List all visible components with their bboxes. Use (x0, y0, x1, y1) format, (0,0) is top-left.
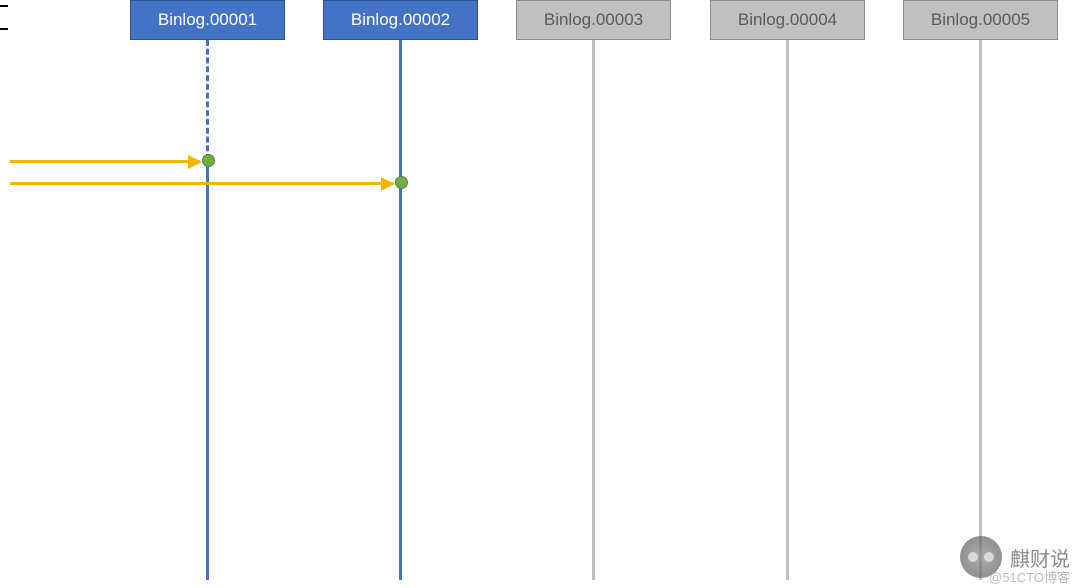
event-dot (202, 154, 215, 167)
axis-tick (0, 5, 8, 7)
timeline-line (592, 40, 595, 580)
timeline-line (979, 40, 982, 580)
watermark-subtext: @51CTO博客 (989, 567, 1070, 586)
binlog-header-inactive: Binlog.00004 (710, 0, 865, 40)
binlog-header-inactive: Binlog.00005 (903, 0, 1058, 40)
binlog-header-active: Binlog.00002 (323, 0, 478, 40)
event-dot (395, 176, 408, 189)
binlog-header-active: Binlog.00001 (130, 0, 285, 40)
binlog-timeline-diagram: Binlog.00001 Binlog.00002 Binlog.00003 Binl… (0, 0, 1080, 588)
axis-tick (0, 28, 8, 30)
pointer-arrow (10, 160, 200, 163)
pointer-arrow (10, 182, 393, 185)
timeline-line (399, 40, 402, 580)
timeline-line (786, 40, 789, 580)
timeline-dashed-segment (206, 40, 209, 160)
binlog-header-inactive: Binlog.00003 (516, 0, 671, 40)
